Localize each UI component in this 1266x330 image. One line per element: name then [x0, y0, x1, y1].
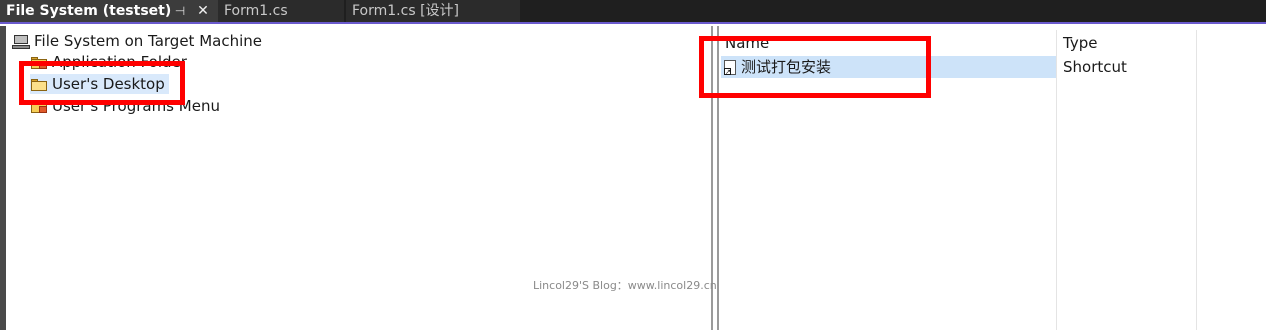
column-divider[interactable] — [1196, 30, 1197, 330]
column-header-name[interactable]: Name — [725, 32, 769, 54]
tree-item-users-programs-menu[interactable]: User's Programs Menu — [30, 96, 220, 116]
tree-item-root-label: File System on Target Machine — [34, 32, 262, 50]
tree-item-root[interactable]: File System on Target Machine — [12, 31, 262, 51]
tab-form1-cs[interactable]: Form1.cs — [218, 0, 344, 22]
tab-file-system[interactable]: File System (testset) ⊣ ✕ — [0, 0, 218, 22]
tree-item-label: Application Folder — [52, 53, 187, 71]
blog-watermark: Lincol29'S Blog：www.lincol29.cn — [533, 279, 717, 292]
tab-form1-cs-design-label: Form1.cs [设计] — [352, 3, 459, 19]
folder-open-icon — [30, 78, 48, 92]
shortcut-icon: ↗ — [723, 59, 737, 76]
list-item-name: ↗ 测试打包安装 — [723, 56, 831, 78]
tree-item-application-folder[interactable]: Application Folder — [30, 52, 187, 72]
document-tab-bar: File System (testset) ⊣ ✕ Form1.cs Form1… — [0, 0, 1266, 24]
column-divider[interactable] — [1056, 30, 1057, 330]
pin-icon[interactable]: ⊣ — [172, 0, 188, 22]
list-item-name-label: 测试打包安装 — [741, 58, 832, 76]
folder-icon — [30, 56, 48, 70]
list-item-type: Shortcut — [1063, 58, 1127, 76]
list-item[interactable]: ↗ 测试打包安装 — [721, 56, 1056, 78]
column-header-type[interactable]: Type — [1063, 32, 1097, 54]
tree-item-label: User's Programs Menu — [52, 97, 220, 115]
tab-file-system-label: File System (testset) — [6, 3, 172, 19]
folder-icon — [30, 100, 48, 114]
computer-icon — [12, 34, 30, 50]
tab-form1-cs-label: Form1.cs — [224, 3, 288, 19]
file-list-pane: Name Type ↗ 测试打包安装 Shortcut — [719, 26, 1266, 330]
tab-form1-cs-design[interactable]: Form1.cs [设计] — [346, 0, 520, 22]
tree-item-users-desktop[interactable]: User's Desktop — [30, 74, 169, 94]
tree-item-label: User's Desktop — [52, 75, 165, 93]
close-icon[interactable]: ✕ — [194, 0, 212, 22]
